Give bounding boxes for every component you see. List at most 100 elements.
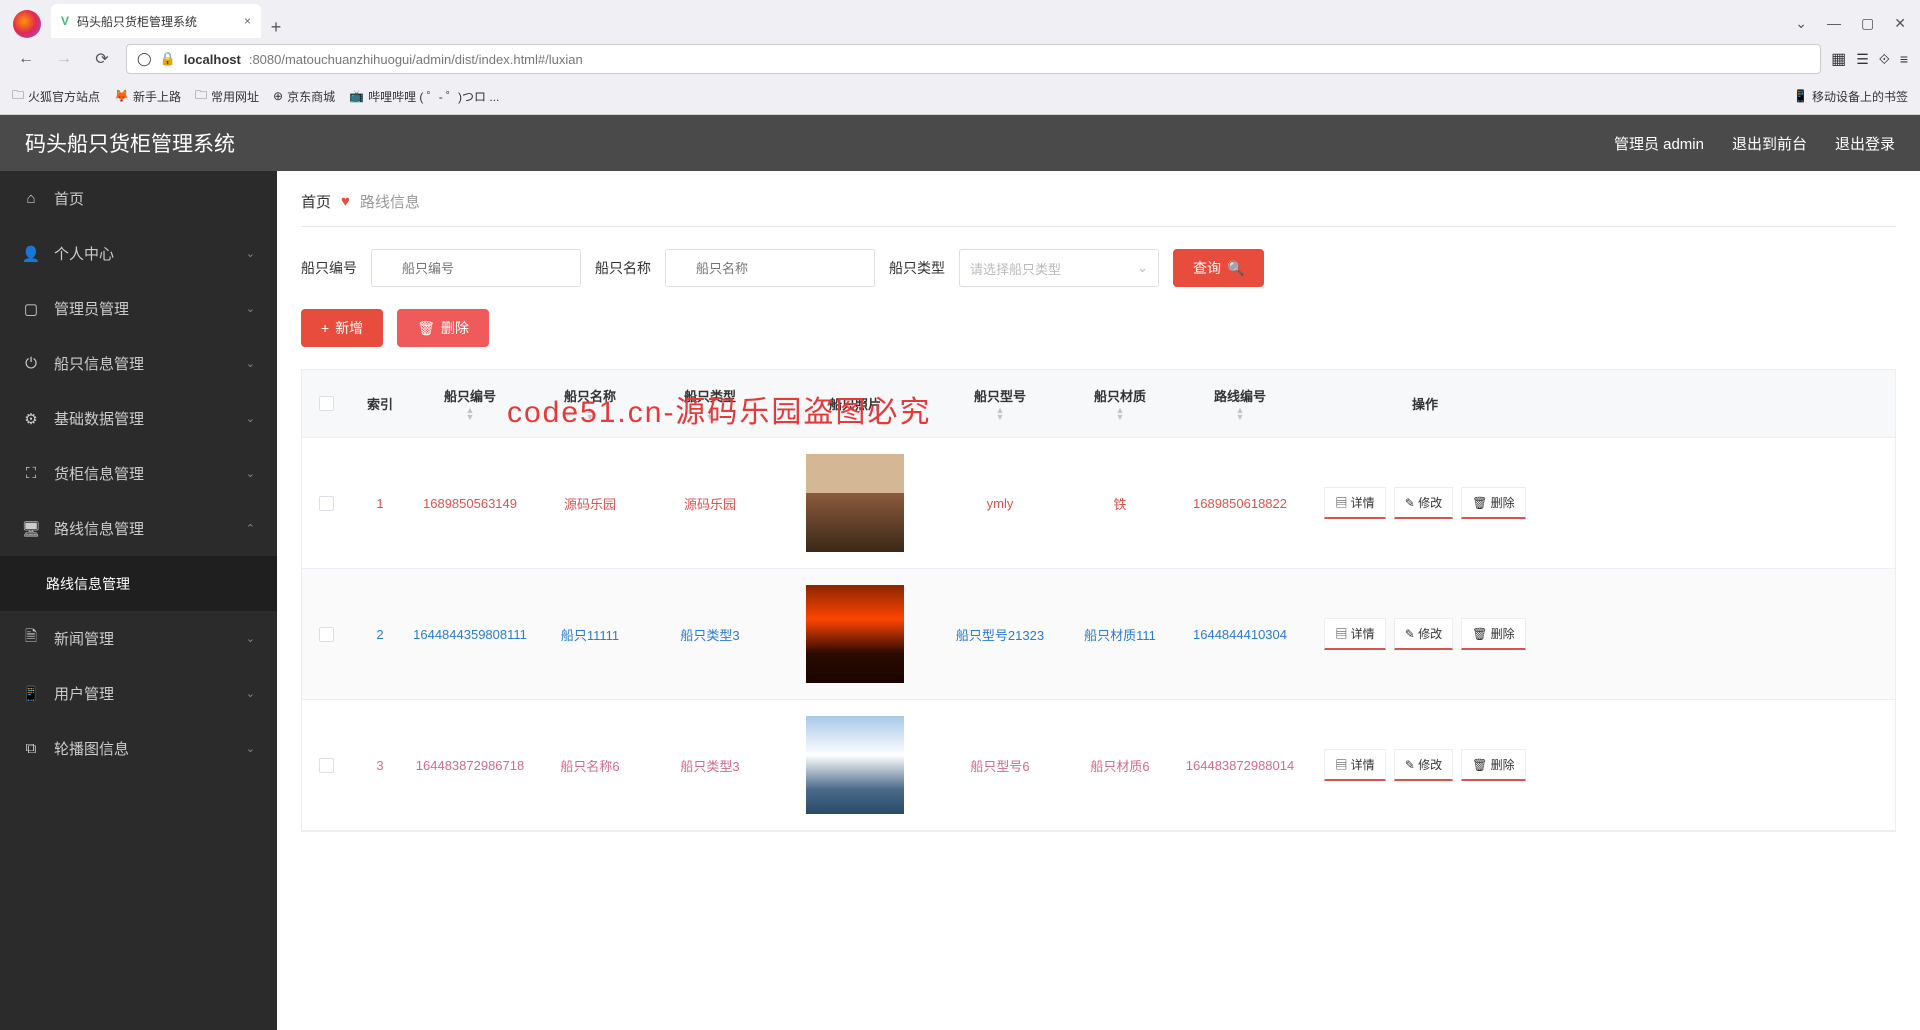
data-table: 索引 船只编号▲▼ 船只名称▲▼ 船只类型▲▼ 船只照片 船只型号▲▼ 船只材质… (301, 369, 1896, 832)
chevron-down-icon: ⌄ (246, 357, 255, 370)
new-tab-button[interactable]: + (261, 17, 291, 38)
bookmark-item[interactable]: 📺 哔哩哔哩 ( ゜- ゜)つロ ... (349, 88, 499, 105)
device-icon: 📱 (22, 685, 40, 703)
search-row: 船只编号 🔍 船只名称 🔍 船只类型 请选择船只类型⌄ 查询 🔍 (301, 249, 1896, 287)
search-icon: 🔍 (1227, 260, 1244, 277)
reader-icon[interactable]: ☰ (1856, 51, 1869, 68)
chevron-down-icon: ⌄ (246, 412, 255, 425)
cell-no: 1689850563149 (410, 438, 530, 568)
cell-model: 船只型号21323 (940, 569, 1060, 699)
detail-button[interactable]: ▤ 详情 (1324, 749, 1385, 781)
home-icon: ⌂ (22, 190, 40, 207)
row-delete-button[interactable]: 🗑 删除 (1461, 487, 1526, 519)
cell-name: 船只名称6 (530, 700, 650, 830)
sidebar-item-carousel[interactable]: ⧉轮播图信息⌄ (0, 721, 277, 776)
cell-route: 1644844410304 (1180, 569, 1300, 699)
browser-tab[interactable]: V 码头船只货柜管理系统 × (51, 4, 261, 38)
window-close-icon[interactable]: ✕ (1894, 15, 1906, 32)
sort-icon: ▲▼ (466, 407, 475, 421)
close-icon[interactable]: × (244, 14, 251, 28)
sidebar-item-basedata[interactable]: ⚙基础数据管理⌄ (0, 391, 277, 446)
cell-model: 船只型号6 (940, 700, 1060, 830)
search-select-type[interactable]: 请选择船只类型⌄ (959, 249, 1159, 287)
row-checkbox[interactable] (319, 758, 334, 773)
ship-image[interactable] (806, 585, 904, 683)
firefox-logo-icon (13, 10, 41, 38)
row-delete-button[interactable]: 🗑 删除 (1461, 618, 1526, 650)
th-name[interactable]: 船只名称▲▼ (530, 370, 650, 437)
sidebar-item-route[interactable]: 🖥路线信息管理⌃ (0, 501, 277, 556)
row-checkbox[interactable] (319, 627, 334, 642)
bookmark-item[interactable]: 🗀 常用网址 (195, 86, 259, 107)
chevron-down-icon: ⌄ (1137, 260, 1148, 276)
sidebar-item-personal[interactable]: 👤个人中心⌄ (0, 226, 277, 281)
copy-icon: ⧉ (22, 740, 40, 757)
back-button[interactable]: ← (12, 45, 40, 73)
cell-material: 船只材质6 (1060, 700, 1180, 830)
chevron-down-icon[interactable]: ⌄ (1795, 15, 1807, 32)
search-input-no[interactable] (371, 249, 581, 287)
row-delete-button[interactable]: 🗑 删除 (1461, 749, 1526, 781)
th-model[interactable]: 船只型号▲▼ (940, 370, 1060, 437)
table-row: 21644844359808111船只11111船只类型3船只型号21323船只… (302, 569, 1895, 700)
qr-icon[interactable]: ▦ (1831, 49, 1846, 69)
edit-button[interactable]: ✎ 修改 (1394, 749, 1453, 781)
admin-label[interactable]: 管理员 admin (1614, 133, 1704, 154)
edit-button[interactable]: ✎ 修改 (1394, 618, 1453, 650)
table-row: 3164483872986718船只名称6船只类型3船只型号6船只材质61644… (302, 700, 1895, 831)
th-type[interactable]: 船只类型▲▼ (650, 370, 770, 437)
sidebar-item-admin[interactable]: ▢管理员管理⌄ (0, 281, 277, 336)
plus-icon: + (321, 320, 329, 336)
row-checkbox[interactable] (319, 496, 334, 511)
cell-route: 1689850618822 (1180, 438, 1300, 568)
url-input[interactable]: ◯ 🔒 localhost:8080/matouchuanzhihuogui/a… (126, 44, 1821, 74)
query-button[interactable]: 查询 🔍 (1173, 249, 1264, 287)
ship-image[interactable] (806, 716, 904, 814)
mobile-bookmarks[interactable]: 📱 移动设备上的书签 (1793, 88, 1908, 105)
exit-front-button[interactable]: 退出到前台 (1732, 133, 1807, 154)
vue-icon: V (61, 14, 69, 28)
extensions-icon[interactable]: ⟐ (1879, 51, 1890, 68)
detail-button[interactable]: ▤ 详情 (1324, 618, 1385, 650)
breadcrumb-home[interactable]: 首页 (301, 191, 331, 212)
action-row: + 新增 🗑 删除 (301, 309, 1896, 347)
sort-icon: ▲▼ (1236, 407, 1245, 421)
sidebar-item-user[interactable]: 📱用户管理⌄ (0, 666, 277, 721)
ship-image[interactable] (806, 454, 904, 552)
forward-button: → (50, 45, 78, 73)
bookmark-item[interactable]: 🦊 新手上路 (114, 88, 181, 105)
sidebar-item-home[interactable]: ⌂首页 (0, 171, 277, 226)
sidebar-item-container[interactable]: ⛶货柜信息管理⌄ (0, 446, 277, 501)
chevron-down-icon: ⌄ (246, 302, 255, 315)
search-input-name[interactable] (665, 249, 875, 287)
cell-type: 船只类型3 (650, 569, 770, 699)
sidebar-item-ship[interactable]: ⏻船只信息管理⌄ (0, 336, 277, 391)
sidebar-item-news[interactable]: 🗎新闻管理⌄ (0, 611, 277, 666)
th-route[interactable]: 路线编号▲▼ (1180, 370, 1300, 437)
chevron-up-icon: ⌃ (246, 522, 255, 535)
maximize-icon[interactable]: ▢ (1861, 15, 1874, 32)
th-no[interactable]: 船只编号▲▼ (410, 370, 530, 437)
bookmark-item[interactable]: ⊕ 京东商城 (273, 88, 335, 105)
sort-icon: ▲▼ (586, 407, 595, 421)
add-button[interactable]: + 新增 (301, 309, 383, 347)
reload-button[interactable]: ⟳ (88, 45, 116, 73)
search-label-no: 船只编号 (301, 258, 357, 278)
chevron-down-icon: ⌄ (246, 742, 255, 755)
th-material[interactable]: 船只材质▲▼ (1060, 370, 1180, 437)
cell-type: 船只类型3 (650, 700, 770, 830)
logout-button[interactable]: 退出登录 (1835, 133, 1895, 154)
trash-icon: 🗑 (417, 320, 435, 337)
delete-button[interactable]: 🗑 删除 (397, 309, 489, 347)
minimize-icon[interactable]: — (1827, 15, 1841, 32)
expand-icon: ⛶ (22, 465, 40, 482)
detail-button[interactable]: ▤ 详情 (1324, 487, 1385, 519)
cell-type: 源码乐园 (650, 438, 770, 568)
select-all-checkbox[interactable] (319, 396, 334, 411)
table-row: 11689850563149源码乐园源码乐园ymly铁1689850618822… (302, 438, 1895, 569)
edit-button[interactable]: ✎ 修改 (1394, 487, 1453, 519)
power-icon: ⏻ (22, 355, 40, 372)
menu-icon[interactable]: ≡ (1900, 51, 1908, 67)
sidebar-subitem-route[interactable]: 路线信息管理 (0, 556, 277, 611)
bookmark-item[interactable]: 🗀 火狐官方站点 (12, 86, 100, 107)
